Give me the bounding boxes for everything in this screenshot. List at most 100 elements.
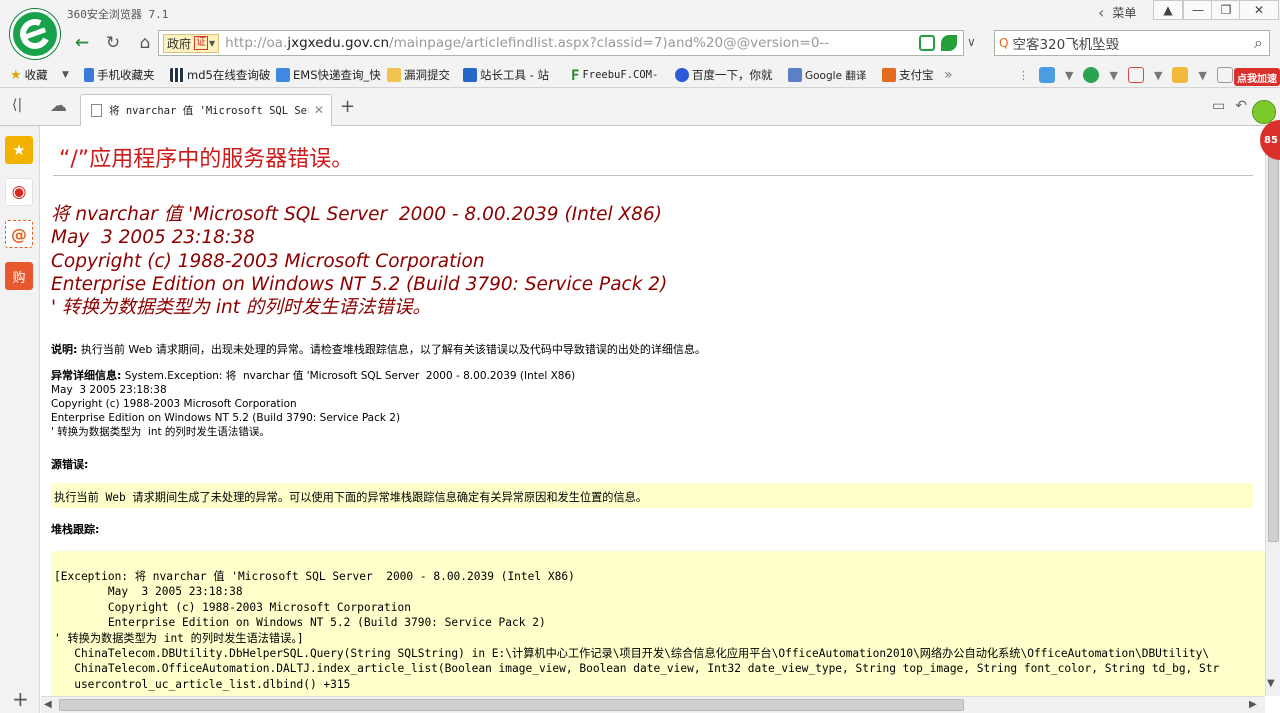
arrow-left-icon: ← <box>74 33 90 53</box>
undo-close-icon[interactable]: ↶ <box>1235 98 1247 114</box>
bookmark-label: 收藏 <box>24 68 48 82</box>
star-icon: ★ <box>10 68 22 83</box>
chevron-down-icon: ▼ <box>209 38 216 48</box>
bookmark-chinaz[interactable]: 站长工具 - 站 <box>463 66 549 84</box>
chevron-down-icon: ▼ <box>62 70 69 80</box>
chevron-down-icon[interactable]: ▼ <box>1154 69 1162 82</box>
bookmark-freebuf[interactable]: F FreebuF.COM- <box>571 66 658 84</box>
qr-icon <box>170 68 184 82</box>
sidebar-toggle-icon[interactable]: ⟨| <box>12 97 22 113</box>
phone-icon <box>84 68 94 82</box>
weibo-icon[interactable]: ◉ <box>5 178 33 206</box>
adblock-icon[interactable] <box>1127 67 1144 83</box>
bookmark-favorites[interactable]: ★ 收藏 <box>10 66 48 84</box>
chevron-down-icon[interactable]: ▼ <box>1198 69 1206 82</box>
exception-details: 异常详细信息: System.Exception: 将 nvarchar 值 '… <box>51 369 575 439</box>
speedup-promo-button[interactable]: 点我加速 <box>1234 68 1280 86</box>
stack-line: Copyright (c) 1988-2003 Microsoft Corpor… <box>54 600 411 614</box>
chevron-down-icon: ∨ <box>967 35 976 49</box>
search-input[interactable]: 空客320飞机坠毁 <box>1012 33 1119 53</box>
url-text[interactable]: http://oa.jxgxedu.gov.cn/mainpage/articl… <box>225 35 915 51</box>
favorites-star-icon[interactable]: ★ <box>5 136 33 164</box>
tab-bar: ⟨| ☁ 将 nvarchar 值 'Microsoft SQL Server … <box>0 88 1280 126</box>
vertical-scroll-thumb[interactable] <box>1268 142 1279 542</box>
search-box[interactable]: Q 空客320飞机坠毁 ⌕ <box>994 30 1270 56</box>
detail-label: 异常详细信息: <box>51 369 122 382</box>
chevron-down-icon[interactable]: ▼ <box>1109 69 1117 82</box>
horizontal-scrollbar[interactable]: ◀ ▶ <box>41 696 1265 713</box>
close-button[interactable]: ✕ <box>1239 0 1279 20</box>
url-path: /mainpage/articlefindlist.aspx?classid=7… <box>389 35 830 51</box>
bookmark-google-translate[interactable]: Google 翻译 <box>788 66 866 84</box>
scroll-left-icon[interactable]: ◀ <box>44 699 52 710</box>
shopping-bag-icon[interactable]: 购 <box>5 262 33 290</box>
home-icon: ⌂ <box>139 33 151 53</box>
title-bar: 360安全浏览器 7.1 ‹ 菜单 ▲ — ❐ ✕ <box>0 0 1280 26</box>
screenshot-icon[interactable] <box>1216 67 1233 83</box>
error-heading-line: ' 转换为数据类型为 int 的列时发生语法错误。 <box>51 297 431 319</box>
page-icon <box>91 104 102 117</box>
new-tab-button[interactable]: + <box>340 96 355 117</box>
add-icon[interactable]: + <box>12 687 29 711</box>
maximize-icon: ❐ <box>1220 3 1232 17</box>
shield-icon[interactable] <box>1083 67 1100 83</box>
more-bookmarks-button[interactable]: » <box>944 66 953 84</box>
bookmark-baidu[interactable]: 百度一下，你就 <box>675 66 773 84</box>
stack-line: ' 转换为数据类型为 int 的列时发生语法错误。] <box>54 631 304 645</box>
cloud-icon[interactable]: ☁ <box>50 96 67 116</box>
gov-verified-badge[interactable]: 政府 证 ▼ <box>163 33 220 53</box>
chevron-down-icon[interactable]: ▼ <box>1065 69 1073 82</box>
vertical-scrollbar[interactable]: ▼ <box>1265 126 1280 696</box>
address-bar[interactable]: 政府 证 ▼ http://oa.jxgxedu.gov.cn/mainpage… <box>158 30 964 56</box>
error-heading-line: 将 nvarchar 值 'Microsoft SQL Server 2000 … <box>51 204 662 225</box>
description: 说明: 执行当前 Web 请求期间，出现未处理的异常。请检查堆栈跟踪信息，以了解… <box>51 341 706 357</box>
shirt-icon: ▲ <box>1163 3 1173 17</box>
scroll-down-icon[interactable]: ▼ <box>1267 678 1275 689</box>
bookmark-label: 站长工具 - 站 <box>480 68 549 82</box>
gov-badge-label: 政府 <box>167 36 192 51</box>
bookmark-label: 百度一下，你就 <box>692 68 773 82</box>
maximize-button[interactable]: ❐ <box>1211 0 1241 20</box>
tab-active[interactable]: 将 nvarchar 值 'Microsoft SQL Server ✕ <box>80 94 332 126</box>
url-host: jxgxedu.gov.cn <box>287 35 390 51</box>
scroll-right-icon[interactable]: ▶ <box>1249 699 1257 710</box>
close-icon[interactable]: ✕ <box>314 103 324 117</box>
favorites-dropdown[interactable]: ▼ <box>62 66 69 84</box>
stack-line: ChinaTelecom.DBUtility.DbHelperSQL.Query… <box>54 647 1210 661</box>
browser-logo-icon[interactable] <box>10 9 60 59</box>
bookmarks-bar: ★ 收藏 ▼ 手机收藏夹 md5在线查询破 EMS快递查询_快 漏洞提交 站长工具… <box>0 62 1280 88</box>
bookmark-md5[interactable]: md5在线查询破 <box>170 66 270 84</box>
reload-button[interactable]: ↻ <box>100 31 126 55</box>
bookmark-alipay[interactable]: 支付宝 <box>882 66 934 84</box>
menu-button[interactable]: ‹ 菜单 <box>1098 2 1136 22</box>
detail-text: System.Exception: 将 nvarchar 值 'Microsof… <box>121 370 576 382</box>
speed-mode-icon[interactable] <box>941 35 957 51</box>
bookmark-leak-submit[interactable]: 漏洞提交 <box>387 66 450 84</box>
description-text: 执行当前 Web 请求期间，出现未处理的异常。请检查堆栈跟踪信息，以了解有关该错… <box>77 343 706 356</box>
horizontal-scroll-thumb[interactable] <box>59 699 964 711</box>
gift-icon[interactable] <box>1172 67 1189 83</box>
error-heading-line: Copyright (c) 1988-2003 Microsoft Corpor… <box>51 250 485 272</box>
detail-line: Enterprise Edition on Windows NT 5.2 (Bu… <box>51 412 401 424</box>
bookmark-ems[interactable]: EMS快递查询_快 <box>276 66 381 84</box>
tab-tools: ▭ ↶ <box>1212 98 1247 114</box>
detail-line: ' 转换为数据类型为 int 的列时发生语法错误。 <box>51 426 270 438</box>
stack-trace-box: [Exception: 将 nvarchar 值 'Microsoft SQL … <box>51 551 1265 696</box>
search-icon[interactable]: ⌕ <box>1254 33 1263 53</box>
skin-button[interactable]: ▲ <box>1153 0 1183 20</box>
stack-line: May 3 2005 23:18:38 <box>54 585 243 599</box>
apps-icon[interactable] <box>1039 67 1055 83</box>
bookmark-label: 漏洞提交 <box>404 68 450 82</box>
google-translate-icon <box>788 68 802 82</box>
back-button[interactable]: ← <box>69 31 95 55</box>
mail-icon[interactable]: @ <box>5 220 33 248</box>
bookmark-label: 手机收藏夹 <box>97 68 155 82</box>
address-dropdown-button[interactable]: ∨ <box>967 35 976 49</box>
home-button[interactable]: ⌂ <box>132 31 158 55</box>
qr-code-icon[interactable] <box>919 35 935 51</box>
error-heading-line: May 3 2005 23:18:38 <box>51 227 255 249</box>
minimize-button[interactable]: — <box>1183 0 1213 20</box>
tab-list-icon[interactable]: ▭ <box>1212 98 1225 114</box>
bookmark-mobile[interactable]: 手机收藏夹 <box>84 66 155 84</box>
bookmark-label: Google 翻译 <box>805 69 867 82</box>
